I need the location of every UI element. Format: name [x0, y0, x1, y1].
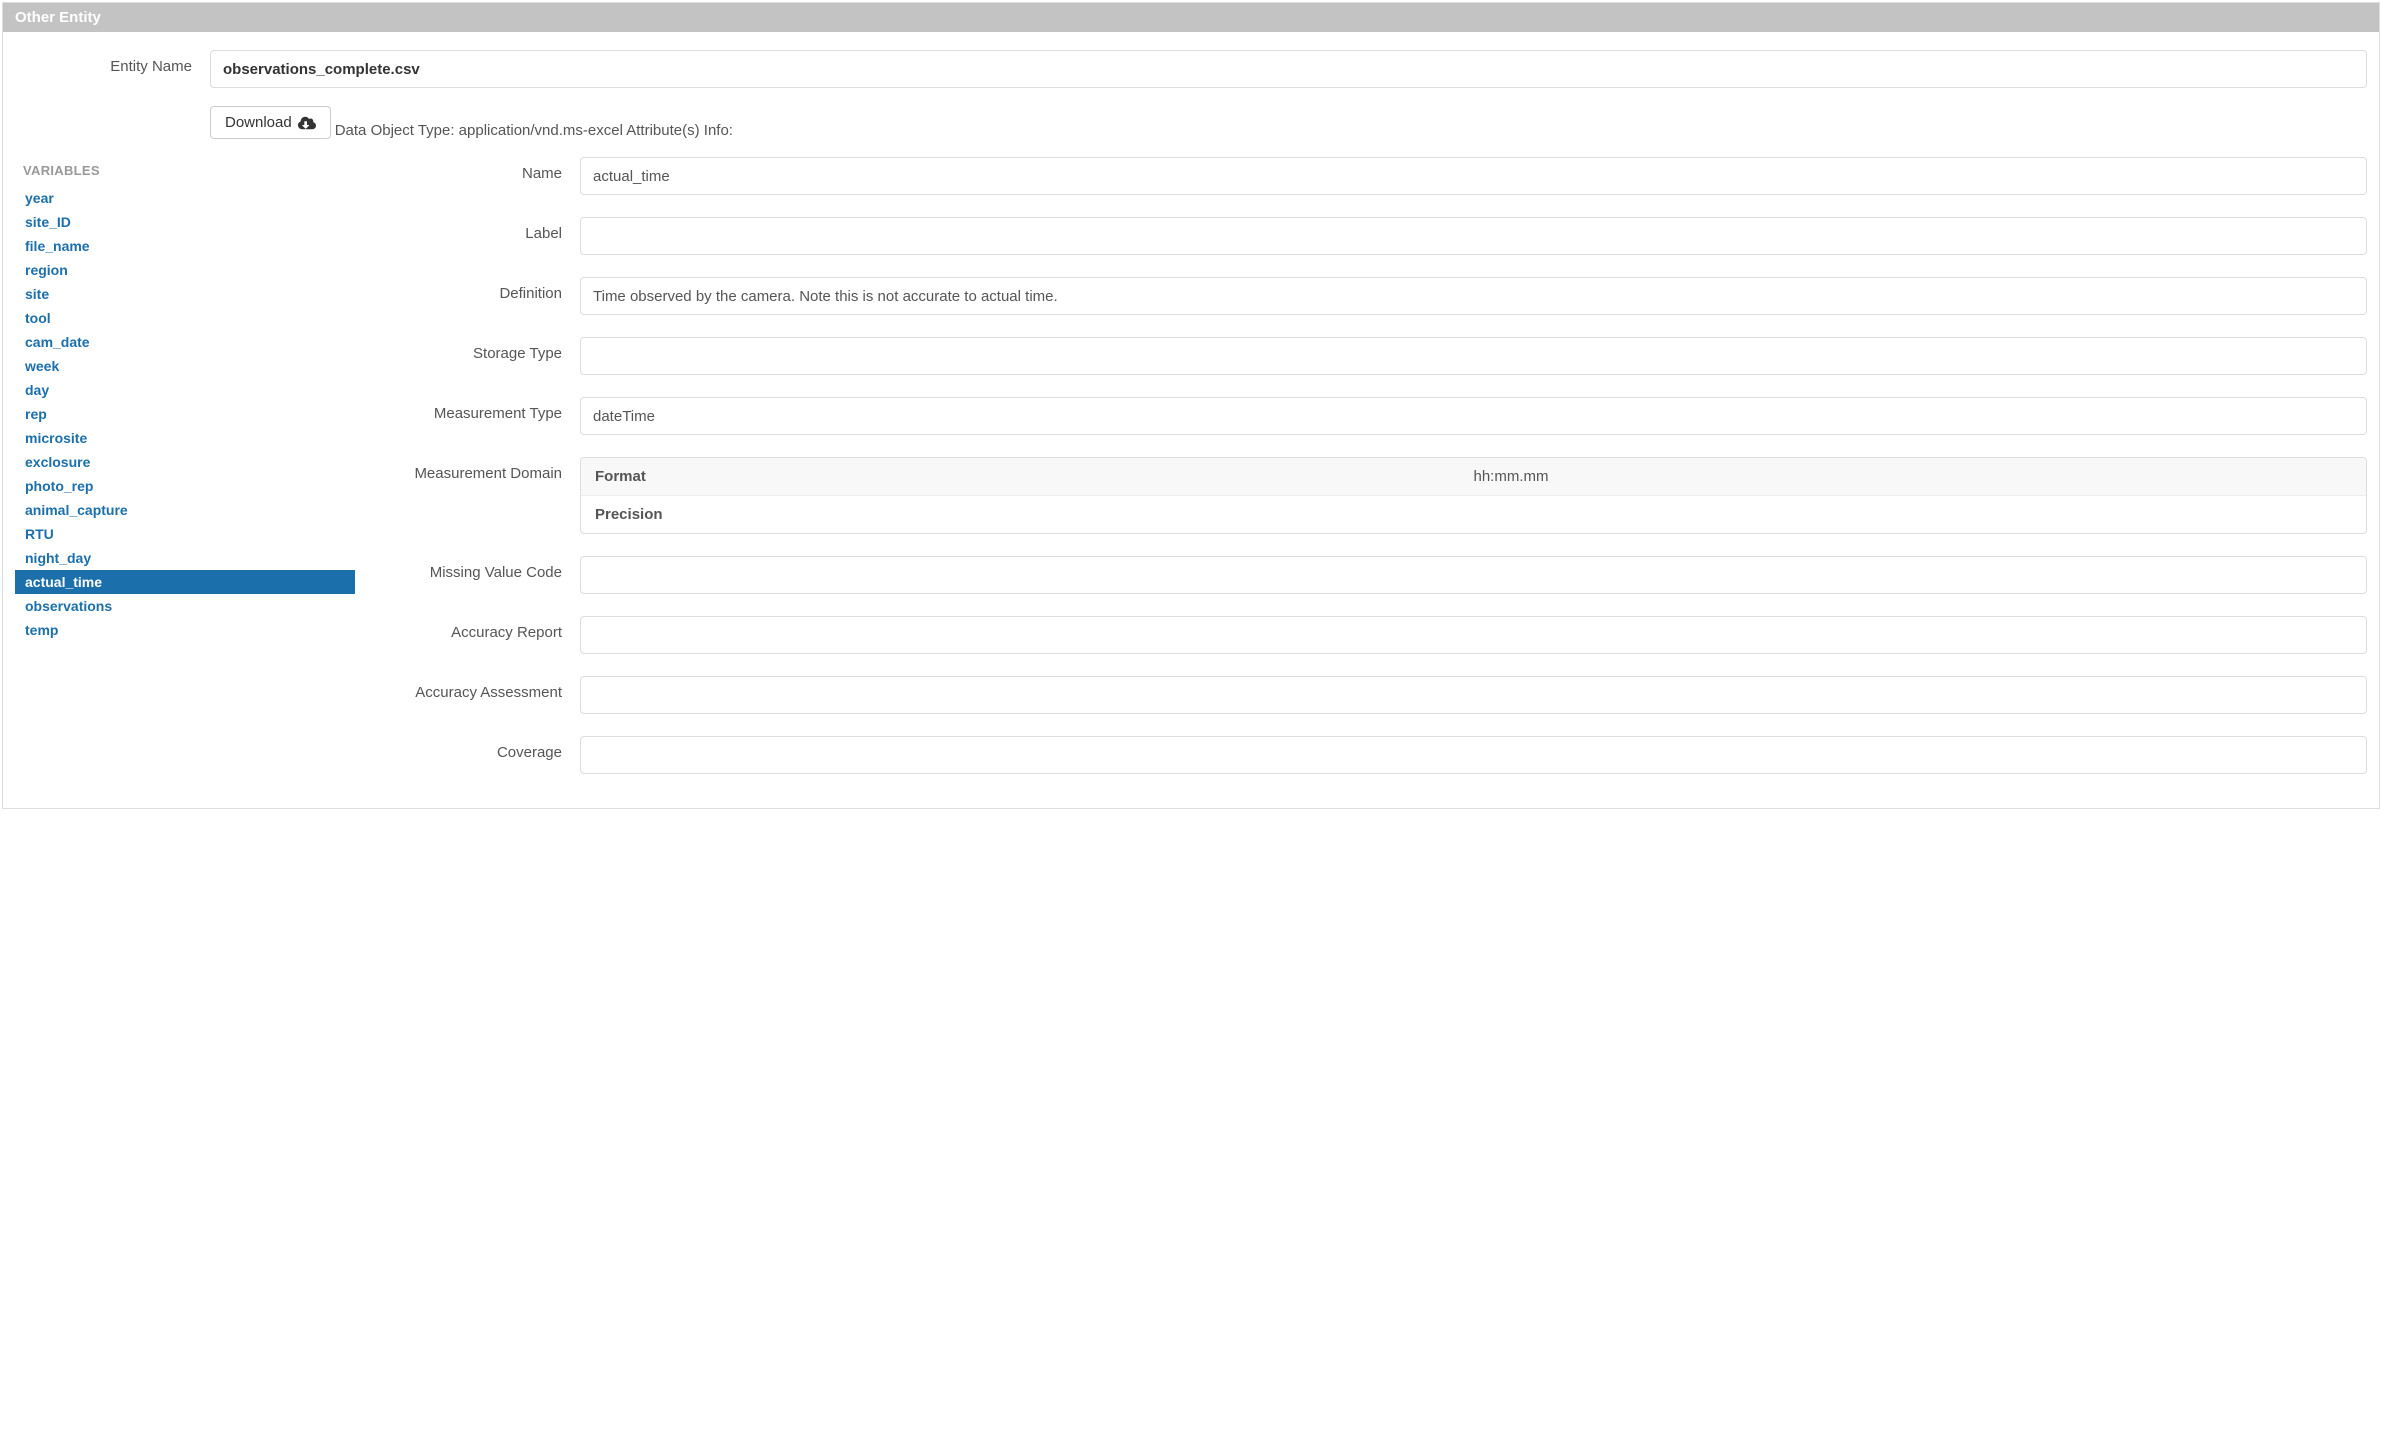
variable-item-actual_time[interactable]: actual_time — [15, 570, 355, 594]
variable-item-RTU[interactable]: RTU — [15, 522, 355, 546]
variable-item-observations[interactable]: observations — [15, 594, 355, 618]
field-measurement-domain-label: Measurement Domain — [385, 457, 580, 482]
variable-item-rep[interactable]: rep — [15, 402, 355, 426]
variable-item-year[interactable]: year — [15, 186, 355, 210]
field-coverage-label: Coverage — [385, 736, 580, 761]
variable-item-cam_date[interactable]: cam_date — [15, 330, 355, 354]
field-label-row: Label — [385, 217, 2367, 255]
field-name-value: actual_time — [580, 157, 2367, 195]
panel-title: Other Entity — [3, 3, 2379, 32]
entity-name-value: observations_complete.csv — [210, 50, 2367, 88]
variable-item-region[interactable]: region — [15, 258, 355, 282]
data-object-type-text: Data Object Type: application/vnd.ms-exc… — [335, 122, 733, 139]
field-measurement-type-row: Measurement Type dateTime — [385, 397, 2367, 435]
variable-item-site[interactable]: site — [15, 282, 355, 306]
variable-item-week[interactable]: week — [15, 354, 355, 378]
field-measurement-domain-row: Measurement Domain Format hh:mm.mm Preci… — [385, 457, 2367, 534]
domain-format-row: Format hh:mm.mm — [581, 458, 2366, 496]
domain-precision-label: Precision — [595, 506, 1474, 523]
variables-header: VARIABLES — [15, 157, 355, 186]
field-definition-label: Definition — [385, 277, 580, 302]
domain-precision-row: Precision — [581, 496, 2366, 533]
field-missing-value-row: Missing Value Code — [385, 556, 2367, 594]
variables-sidebar: VARIABLES yearsite_IDfile_nameregionsite… — [15, 157, 355, 796]
field-missing-value-value — [580, 556, 2367, 594]
variable-item-file_name[interactable]: file_name — [15, 234, 355, 258]
field-accuracy-report-label: Accuracy Report — [385, 616, 580, 641]
download-button[interactable]: Download — [210, 106, 331, 139]
entity-name-label: Entity Name — [15, 50, 210, 75]
domain-format-label: Format — [595, 468, 1474, 485]
field-name-label: Name — [385, 157, 580, 182]
field-accuracy-assessment-value — [580, 676, 2367, 714]
field-coverage-value — [580, 736, 2367, 774]
field-measurement-type-value: dateTime — [580, 397, 2367, 435]
entity-panel: Other Entity Entity Name observations_co… — [2, 2, 2380, 809]
field-accuracy-report-row: Accuracy Report — [385, 616, 2367, 654]
download-button-label: Download — [225, 114, 292, 131]
variable-item-day[interactable]: day — [15, 378, 355, 402]
field-accuracy-assessment-row: Accuracy Assessment — [385, 676, 2367, 714]
panel-body: Entity Name observations_complete.csv Do… — [3, 32, 2379, 808]
field-definition-value: Time observed by the camera. Note this i… — [580, 277, 2367, 315]
field-storage-type-row: Storage Type — [385, 337, 2367, 375]
field-label-value — [580, 217, 2367, 255]
content-columns: VARIABLES yearsite_IDfile_nameregionsite… — [15, 157, 2367, 796]
measurement-domain-table: Format hh:mm.mm Precision — [580, 457, 2367, 534]
domain-precision-value — [1474, 506, 2353, 523]
variable-item-site_ID[interactable]: site_ID — [15, 210, 355, 234]
attribute-detail: Name actual_time Label Definition Time o… — [385, 157, 2367, 796]
field-storage-type-label: Storage Type — [385, 337, 580, 362]
field-accuracy-report-value — [580, 616, 2367, 654]
variable-item-exclosure[interactable]: exclosure — [15, 450, 355, 474]
variable-item-photo_rep[interactable]: photo_rep — [15, 474, 355, 498]
field-missing-value-label: Missing Value Code — [385, 556, 580, 581]
entity-name-row: Entity Name observations_complete.csv — [15, 50, 2367, 88]
spacer — [15, 106, 210, 114]
field-name-row: Name actual_time — [385, 157, 2367, 195]
field-measurement-type-label: Measurement Type — [385, 397, 580, 422]
cloud-download-icon — [298, 115, 316, 131]
variable-item-tool[interactable]: tool — [15, 306, 355, 330]
variables-list: yearsite_IDfile_nameregionsitetoolcam_da… — [15, 186, 355, 642]
field-coverage-row: Coverage — [385, 736, 2367, 774]
field-storage-type-value — [580, 337, 2367, 375]
variable-item-animal_capture[interactable]: animal_capture — [15, 498, 355, 522]
domain-format-value: hh:mm.mm — [1474, 468, 2353, 485]
field-accuracy-assessment-label: Accuracy Assessment — [385, 676, 580, 701]
field-definition-row: Definition Time observed by the camera. … — [385, 277, 2367, 315]
variable-item-temp[interactable]: temp — [15, 618, 355, 642]
variable-item-microsite[interactable]: microsite — [15, 426, 355, 450]
download-row: Download Data Object Type: application/v… — [15, 106, 2367, 139]
variable-item-night_day[interactable]: night_day — [15, 546, 355, 570]
field-label-label: Label — [385, 217, 580, 242]
